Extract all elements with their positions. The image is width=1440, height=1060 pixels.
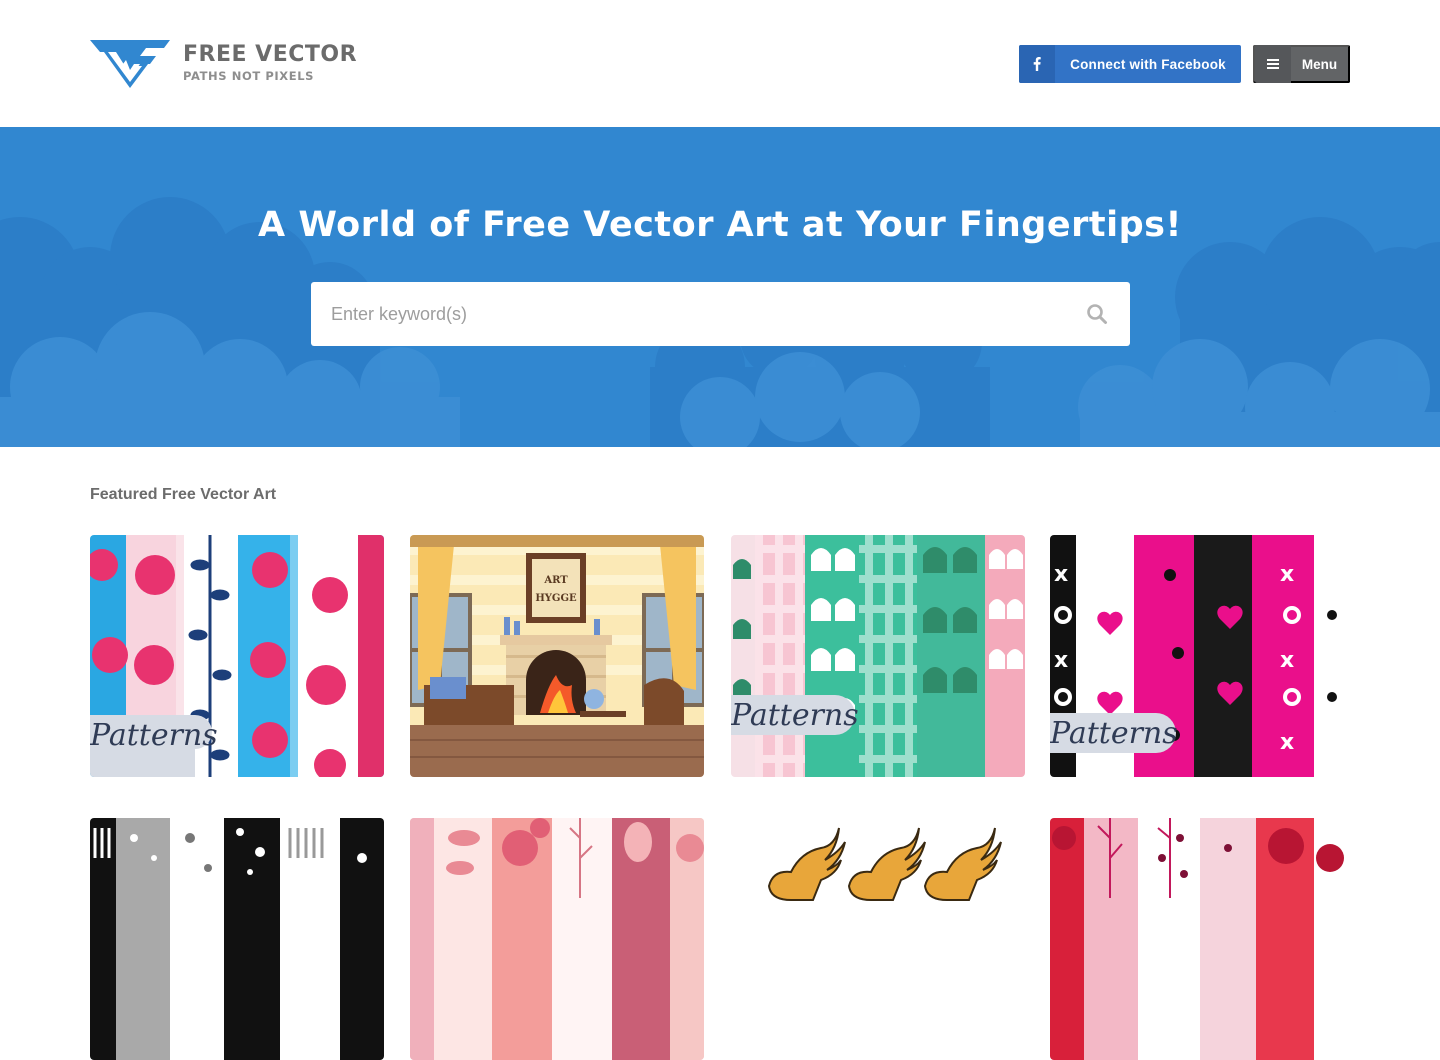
svg-text:x: x	[1280, 648, 1294, 673]
black-white-dots-image	[90, 818, 384, 1060]
featured-item-red-floral-pattern[interactable]	[1050, 818, 1344, 1060]
red-floral-image	[1050, 818, 1344, 1060]
pink-black-hearts-image: x x x x x Patterns	[1050, 535, 1344, 777]
patterns-badge-4: Patterns	[1050, 716, 1178, 751]
patterns-badge-1: Patterns	[90, 718, 218, 753]
menu-button[interactable]: Menu	[1253, 45, 1350, 83]
svg-text:x: x	[1280, 562, 1294, 587]
featured-heading: Featured Free Vector Art	[90, 486, 277, 503]
svg-text:ART: ART	[543, 575, 568, 586]
hero-title: A World of Free Vector Art at Your Finge…	[258, 205, 1182, 245]
logo-tagline: PATHS NOT PIXELS	[183, 68, 315, 83]
hero-banner: A World of Free Vector Art at Your Finge…	[0, 127, 1440, 447]
site-header: FREE VECTOR PATHS NOT PIXELS Connect wit…	[0, 0, 1440, 127]
gingham-tulip-image: Patterns	[731, 535, 1025, 777]
patterns-badge-3: Patterns	[731, 698, 859, 733]
hamburger-icon	[1255, 45, 1291, 83]
featured-item-pink-black-hearts-pattern[interactable]: x x x x x Patterns	[1050, 535, 1344, 777]
logo-title: FREE VECTOR	[183, 41, 358, 67]
svg-text:x: x	[1280, 730, 1294, 755]
site-logo[interactable]: FREE VECTOR PATHS NOT PIXELS	[90, 38, 357, 88]
facebook-button-label: Connect with Facebook	[1070, 56, 1226, 72]
featured-item-hygge-fireplace[interactable]: ART HYGGE	[410, 535, 704, 777]
fv-logo-icon	[90, 40, 170, 88]
featured-item-gingham-tulip-pattern[interactable]: Patterns	[731, 535, 1025, 777]
facebook-icon	[1019, 45, 1055, 83]
featured-item-pink-flower-pattern[interactable]: Patterns	[90, 535, 384, 777]
search-input[interactable]	[311, 282, 1071, 346]
hygge-fireplace-image: ART HYGGE	[410, 535, 704, 777]
featured-item-golden-griffins[interactable]	[731, 818, 1025, 1060]
featured-item-pink-rose-pattern[interactable]	[410, 818, 704, 1060]
pink-flower-pattern-image: Patterns	[90, 535, 384, 777]
menu-button-label: Menu	[1301, 56, 1338, 72]
featured-item-black-white-dots-pattern[interactable]	[90, 818, 384, 1060]
svg-text:x: x	[1054, 562, 1068, 587]
connect-facebook-button[interactable]: Connect with Facebook	[1019, 45, 1241, 83]
golden-griffins-image	[731, 818, 1025, 1060]
pink-rose-image	[410, 818, 704, 1060]
search-icon[interactable]	[1086, 303, 1108, 325]
svg-text:HYGGE: HYGGE	[535, 593, 577, 604]
svg-text:x: x	[1054, 648, 1068, 673]
search-bar	[311, 282, 1130, 346]
